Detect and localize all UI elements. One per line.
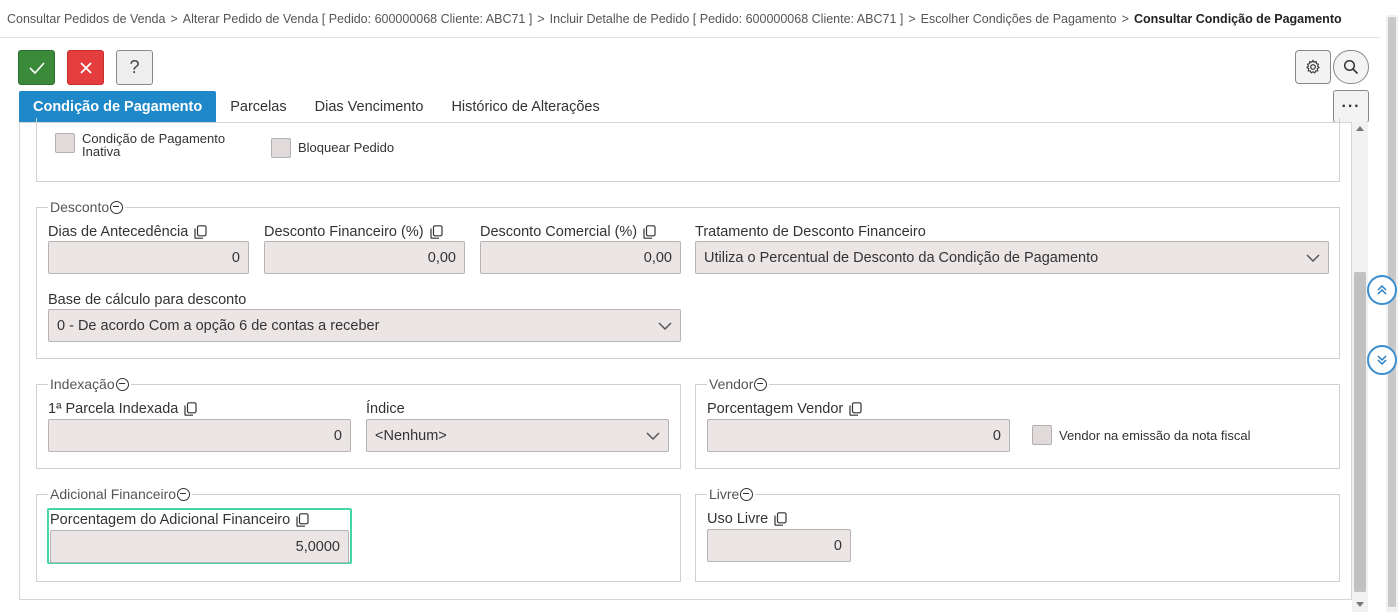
adicional-title: Adicional Financeiro: [50, 486, 177, 502]
desconto-title: Desconto: [50, 199, 110, 215]
desconto-legend: Desconto: [48, 199, 126, 215]
dias-antecedencia-field[interactable]: 0: [48, 241, 249, 274]
copy-icon[interactable]: [184, 402, 197, 416]
scroll-top-button[interactable]: [1367, 275, 1397, 305]
uso-livre-label: Uso Livre: [707, 511, 787, 527]
desconto-financeiro-text: Desconto Financeiro (%): [264, 224, 424, 240]
breadcrumb-item[interactable]: Escolher Condições de Pagamento: [921, 12, 1117, 26]
desconto-comercial-text: Desconto Comercial (%): [480, 224, 638, 240]
breadcrumb-separator: >: [908, 12, 916, 26]
scroll-down-arrow[interactable]: [1356, 602, 1364, 607]
more-icon: ···: [1341, 97, 1361, 115]
collapse-icon[interactable]: [110, 200, 124, 214]
adicional-porcentagem-text: Porcentagem do Adicional Financeiro: [50, 512, 291, 528]
gear-icon: [1306, 59, 1320, 74]
collapse-icon[interactable]: [115, 377, 129, 391]
desconto-comercial-field[interactable]: 0,00: [480, 241, 681, 274]
double-chevron-up-icon: [1377, 284, 1387, 295]
uso-livre-field[interactable]: 0: [707, 529, 851, 562]
chevron-down-icon: [646, 431, 660, 440]
base-calculo-text: Base de cálculo para desconto: [48, 292, 247, 308]
inactive-checkbox[interactable]: [55, 133, 75, 153]
adicional-porcentagem-label: Porcentagem do Adicional Financeiro: [50, 512, 309, 528]
parcela-indexada-field[interactable]: 0: [48, 419, 351, 452]
content-scrollbar[interactable]: [1352, 122, 1368, 612]
breadcrumb-separator: >: [537, 12, 545, 26]
indexacao-legend: Indexação: [48, 376, 131, 392]
vendor-title: Vendor: [709, 376, 754, 392]
breadcrumb-item[interactable]: Alterar Pedido de Venda [ Pedido: 600000…: [183, 12, 533, 26]
porcentagem-vendor-text: Porcentagem Vendor: [707, 401, 844, 417]
block-order-label: Bloquear Pedido: [298, 140, 395, 155]
cancel-button[interactable]: [67, 50, 104, 85]
collapse-icon[interactable]: [177, 487, 191, 501]
breadcrumb: Consultar Pedidos de Venda > Alterar Pedid…: [7, 12, 1342, 26]
tratamento-select[interactable]: Utiliza o Percentual de Desconto da Cond…: [695, 241, 1329, 274]
livre-title: Livre: [709, 486, 740, 502]
check-icon: [28, 61, 45, 74]
porcentagem-vendor-label: Porcentagem Vendor: [707, 401, 862, 417]
breadcrumb-item[interactable]: Consultar Pedidos de Venda: [7, 12, 165, 26]
breadcrumb-separator: >: [1121, 12, 1129, 26]
desconto-financeiro-label: Desconto Financeiro (%): [264, 224, 443, 240]
search-icon: [1343, 59, 1359, 75]
base-calculo-label: Base de cálculo para desconto: [48, 292, 246, 308]
base-calculo-value: 0 - De acordo Com a opção 6 de contas a …: [57, 317, 380, 334]
parcela-indexada-label: 1ª Parcela Indexada: [48, 401, 197, 417]
dias-antecedencia-text: Dias de Antecedência: [48, 224, 189, 240]
copy-icon[interactable]: [643, 225, 656, 239]
copy-icon[interactable]: [774, 512, 787, 526]
tratamento-label: Tratamento de Desconto Financeiro: [695, 224, 926, 240]
parcela-indexada-text: 1ª Parcela Indexada: [48, 401, 179, 417]
vendor-emissao-checkbox[interactable]: [1032, 425, 1052, 445]
scroll-bottom-button[interactable]: [1367, 345, 1397, 375]
dias-antecedencia-label: Dias de Antecedência: [48, 224, 207, 240]
page-scrollbar[interactable]: [1386, 15, 1398, 612]
adicional-legend: Adicional Financeiro: [48, 486, 193, 502]
porcentagem-vendor-field[interactable]: 0: [707, 419, 1010, 452]
search-button[interactable]: [1333, 50, 1369, 84]
tratamento-value: Utiliza o Percentual de Desconto da Cond…: [704, 249, 1099, 266]
settings-button[interactable]: [1295, 50, 1331, 84]
indice-value: <Nenhum>: [375, 427, 447, 444]
inactive-checkbox-label: Condição de Pagamento Inativa: [82, 132, 252, 158]
breadcrumb-item[interactable]: Incluir Detalhe de Pedido [ Pedido: 6000…: [550, 12, 904, 26]
vendor-legend: Vendor: [707, 376, 770, 392]
confirm-button[interactable]: [18, 50, 55, 85]
scroll-up-arrow[interactable]: [1356, 126, 1364, 131]
indice-select[interactable]: <Nenhum>: [366, 419, 669, 452]
collapse-icon[interactable]: [754, 377, 768, 391]
chevron-down-icon: [658, 321, 672, 330]
double-chevron-down-icon: [1377, 355, 1387, 366]
copy-icon[interactable]: [429, 225, 443, 239]
uso-livre-text: Uso Livre: [707, 511, 769, 527]
adicional-porcentagem-field[interactable]: 5,0000: [50, 530, 349, 563]
desconto-financeiro-field[interactable]: 0,00: [264, 241, 465, 274]
indice-label: Índice: [366, 401, 405, 417]
base-calculo-select[interactable]: 0 - De acordo Com a opção 6 de contas a …: [48, 309, 681, 342]
help-button[interactable]: ?: [116, 50, 153, 85]
close-icon: [79, 61, 92, 74]
tratamento-text: Tratamento de Desconto Financeiro: [695, 224, 926, 240]
block-order-checkbox[interactable]: [271, 138, 291, 158]
copy-icon[interactable]: [296, 513, 309, 527]
livre-legend: Livre: [707, 486, 756, 502]
collapse-icon[interactable]: [740, 487, 754, 501]
chevron-down-icon: [1306, 253, 1320, 262]
copy-icon[interactable]: [194, 225, 207, 239]
vendor-emissao-label: Vendor na emissão da nota fiscal: [1059, 428, 1251, 443]
desconto-comercial-label: Desconto Comercial (%): [480, 224, 656, 240]
indice-text: Índice: [366, 401, 405, 417]
help-label: ?: [129, 57, 140, 77]
breadcrumb-current: Consultar Condição de Pagamento: [1133, 12, 1342, 26]
breadcrumb-separator: >: [170, 12, 178, 26]
inactive-label-line2: Inativa: [82, 144, 121, 159]
indexacao-title: Indexação: [50, 376, 115, 392]
page-scrollbar-thumb[interactable]: [1388, 17, 1396, 607]
copy-icon[interactable]: [849, 402, 862, 416]
header-divider: [0, 37, 1380, 38]
scrollbar-thumb[interactable]: [1354, 272, 1366, 592]
